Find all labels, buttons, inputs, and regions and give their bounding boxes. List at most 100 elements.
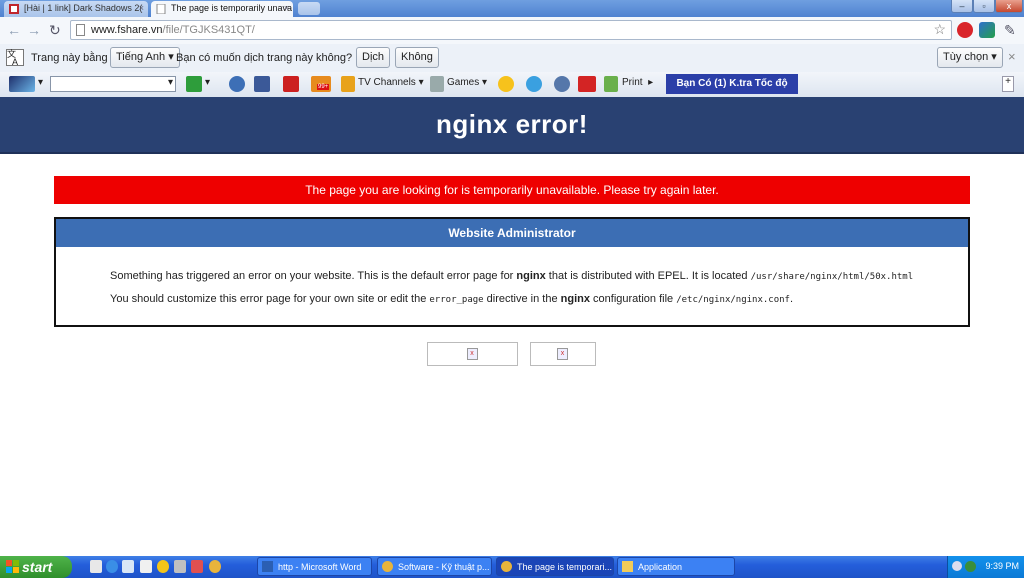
admin-message-line-1: Something has triggered an error on your… — [110, 270, 913, 282]
folder-icon — [622, 561, 633, 572]
tv-channels-menu[interactable]: TV Channels ▾ — [358, 77, 424, 88]
url-text[interactable]: www.fshare.vn/file/TGJKS431QT/ — [91, 24, 255, 36]
task-current-page[interactable]: The page is temporari... — [496, 557, 614, 576]
tab-strip: [Hài | 1 link] Dark Shadows 2( × The pag… — [0, 0, 1024, 17]
site-favicon-icon — [9, 4, 19, 14]
task-software[interactable]: Software - Kỹ thuật p... — [377, 557, 492, 576]
chrome-icon — [501, 561, 512, 572]
search-icon[interactable] — [186, 76, 202, 92]
print-menu[interactable]: Print ▸ — [622, 77, 653, 88]
tab-dark-shadows[interactable]: [Hài | 1 link] Dark Shadows 2( × — [4, 1, 148, 17]
page-icon — [76, 24, 85, 36]
navigation-bar: ← → ↻ www.fshare.vn/file/TGJKS431QT/ ☆ ✎ — [0, 17, 1024, 45]
directive-code: error_page — [429, 295, 484, 305]
wrench-icon[interactable]: ✎ — [1004, 22, 1016, 39]
chrome-icon[interactable] — [209, 560, 221, 573]
tv-channels-label: TV Channels — [358, 77, 416, 88]
close-window-button[interactable]: x — [995, 0, 1023, 13]
chat-icon[interactable] — [526, 76, 542, 92]
chevron-down-icon[interactable]: ▾ — [168, 77, 173, 88]
games-menu[interactable]: Games ▾ — [447, 77, 487, 88]
globe-icon[interactable] — [229, 76, 245, 92]
quicklaunch-icon[interactable] — [140, 560, 152, 573]
reload-icon[interactable]: ↻ — [49, 22, 61, 39]
language-label: Tiếng Anh — [116, 51, 166, 63]
quicklaunch-icon[interactable] — [90, 560, 102, 573]
new-tab-button[interactable] — [298, 2, 320, 15]
address-bar[interactable]: www.fshare.vn/file/TGJKS431QT/ ☆ — [70, 20, 952, 40]
text: that is distributed with EPEL. It is loc… — [545, 270, 751, 282]
maximize-button[interactable]: ▫ — [973, 0, 995, 13]
system-tray: 9:39 PM — [947, 556, 1024, 578]
add-icon[interactable]: + — [1002, 76, 1014, 92]
close-icon[interactable]: × — [1008, 49, 1016, 64]
translate-question: Bạn có muốn dịch trang này không? — [176, 52, 353, 64]
broken-image-icon: x — [466, 348, 478, 360]
close-icon[interactable]: × — [139, 1, 144, 16]
translate-icon: 文 A — [6, 49, 24, 67]
task-word[interactable]: http - Microsoft Word — [257, 557, 372, 576]
page-header: nginx error! — [0, 97, 1024, 154]
fedora-logo-image[interactable]: x — [530, 342, 596, 366]
options-button[interactable]: Tùy chọn ▾ — [937, 47, 1003, 68]
quicklaunch-icon[interactable] — [191, 560, 203, 573]
clock: 9:39 PM — [985, 561, 1019, 571]
chevron-down-icon[interactable]: ▾ — [38, 77, 43, 88]
extension-icon[interactable] — [979, 22, 995, 38]
options-label: Tùy chọn — [943, 51, 989, 63]
tray-expand-icon[interactable] — [952, 561, 962, 571]
task-label: http - Microsoft Word — [278, 562, 362, 572]
text: directive in the — [483, 293, 561, 305]
file-path: /etc/nginx/nginx.conf — [676, 295, 790, 305]
print-label: Print — [622, 77, 643, 88]
back-arrow-icon[interactable]: ← — [7, 22, 21, 38]
quicklaunch-icon[interactable] — [174, 560, 186, 573]
messenger-icon[interactable] — [157, 560, 169, 573]
toolbar-search-input[interactable] — [50, 76, 176, 92]
language-select[interactable]: Tiếng Anh ▾ — [110, 47, 180, 68]
minimize-button[interactable]: – — [951, 0, 973, 13]
ie-icon[interactable] — [106, 560, 118, 573]
task-label: Software - Kỹ thuật p... — [398, 562, 490, 572]
chrome-icon — [382, 561, 393, 572]
cb-icon[interactable] — [578, 76, 596, 92]
close-icon[interactable]: × — [284, 1, 289, 16]
facebook-icon[interactable] — [254, 76, 270, 92]
page-icon — [156, 4, 166, 14]
start-label: start — [22, 559, 53, 575]
speed-test-button[interactable]: Bạn Có (1) K.tra Tốc độ — [666, 74, 798, 94]
file-path: /usr/share/nginx/html/50x.html — [750, 272, 914, 282]
youtube-icon[interactable] — [283, 76, 299, 92]
quicklaunch-icon[interactable] — [122, 560, 134, 573]
start-button[interactable]: start — [0, 556, 72, 578]
task-label: The page is temporari... — [517, 562, 613, 572]
forward-arrow-icon[interactable]: → — [27, 22, 41, 38]
task-application[interactable]: Application — [617, 557, 735, 576]
smiley-icon[interactable] — [498, 76, 514, 92]
url-path: /file/TGJKS431QT/ — [162, 24, 255, 36]
task-label: Application — [638, 562, 683, 572]
abp-extension-icon[interactable] — [957, 22, 973, 38]
games-icon — [430, 76, 444, 92]
network-icon[interactable] — [554, 76, 570, 92]
no-translate-button[interactable]: Không — [395, 47, 439, 68]
word-icon — [262, 561, 273, 572]
broken-image-icon: x — [557, 348, 568, 360]
bookmark-star-icon[interactable]: ☆ — [933, 21, 946, 38]
chevron-down-icon[interactable]: ▾ — [205, 77, 210, 88]
tab-current[interactable]: The page is temporarily unava × — [151, 1, 293, 17]
admin-heading: Website Administrator — [56, 219, 968, 247]
translate-bar: 文 A Trang này bằng Tiếng Anh ▾ Bạn có mu… — [0, 44, 1024, 73]
nginx-logo-image[interactable]: x — [427, 342, 518, 366]
network-icon[interactable] — [965, 561, 976, 572]
taskbar: start http - Microsoft Word Software - K… — [0, 556, 1024, 578]
text: . — [789, 293, 794, 305]
url-domain: www.fshare.vn — [91, 24, 163, 36]
toolbar-logo-icon[interactable] — [9, 76, 35, 92]
tv-icon — [341, 76, 355, 92]
translate-button[interactable]: Dịch — [356, 47, 391, 68]
page-title: nginx error! — [436, 109, 588, 139]
nginx-bold: nginx — [516, 270, 546, 282]
addon-toolbar: ▾ ▾ ▾ 99+ TV Channels ▾ Games ▾ Print ▸ … — [0, 72, 1024, 98]
text: Something has triggered an error on your… — [110, 270, 517, 282]
